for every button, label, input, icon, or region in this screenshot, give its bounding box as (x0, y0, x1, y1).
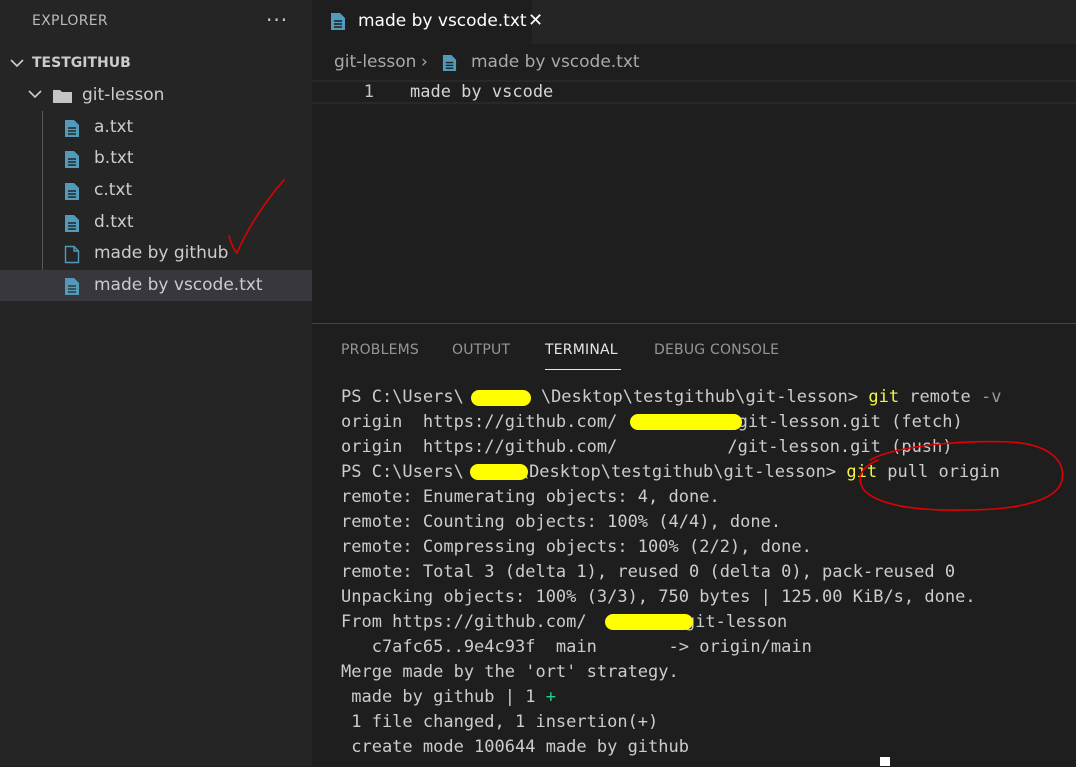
tab-debug-console[interactable]: DEBUG CONSOLE (654, 342, 779, 358)
file-label: made by github (94, 243, 229, 263)
tab-label: made by vscode.txt (358, 11, 527, 31)
redaction-mark (605, 614, 693, 630)
root-folder-row[interactable]: TESTGITHUB (0, 49, 312, 80)
chevron-down-icon (26, 80, 44, 111)
file-row-a[interactable]: a.txt (0, 112, 312, 143)
file-row-b[interactable]: b.txt (0, 143, 312, 174)
file-row-made-by-github[interactable]: made by github (0, 238, 312, 269)
terminal-line: 1 file changed, 1 insertion(+) (341, 712, 659, 732)
tab-terminal[interactable]: TERMINAL (545, 342, 618, 358)
active-tab-indicator (545, 369, 621, 370)
chevron-down-icon (8, 49, 26, 80)
file-text-icon (442, 54, 457, 77)
line-number: 1 (363, 82, 374, 102)
explorer-sidebar: EXPLORER ··· TESTGITHUB git-lesson a.txt… (0, 0, 312, 766)
terminal-line: remote: Compressing objects: 100% (2/2),… (341, 537, 812, 557)
file-text-icon (330, 12, 346, 35)
terminal-line: remote: Counting objects: 100% (4/4), do… (341, 512, 782, 532)
folder-row-git-lesson[interactable]: git-lesson (0, 80, 312, 111)
file-row-c[interactable]: c.txt (0, 175, 312, 206)
file-label: made by vscode.txt (94, 275, 263, 295)
terminal-line: PS C:\Users\ \Desktop\testgithub\git-less… (341, 387, 1002, 407)
file-row-made-by-vscode[interactable]: made by vscode.txt (0, 270, 312, 301)
file-text-icon (64, 182, 80, 205)
redaction-mark (471, 390, 531, 406)
file-label: c.txt (94, 180, 133, 200)
editor-line[interactable]: made by vscode (410, 82, 553, 102)
terminal-line: c7afc65..9e4c93f main -> origin/main (341, 637, 812, 657)
file-label: d.txt (94, 212, 134, 232)
terminal-line: remote: Enumerating objects: 4, done. (341, 487, 720, 507)
explorer-title: EXPLORER (32, 13, 108, 29)
folder-open-icon (52, 88, 74, 108)
terminal-line: create mode 100644 made by github (341, 737, 689, 757)
terminal-line: Merge made by the 'ort' strategy. (341, 662, 679, 682)
terminal-line: Unpacking objects: 100% (3/3), 750 bytes… (341, 587, 976, 607)
folder-label: git-lesson (82, 85, 165, 105)
terminal-line: origin https://github.com//git-lesson.gi… (341, 437, 953, 457)
terminal-line: remote: Total 3 (delta 1), reused 0 (del… (341, 562, 956, 582)
root-folder-label: TESTGITHUB (32, 55, 131, 71)
file-label: a.txt (94, 117, 134, 137)
file-label: b.txt (94, 148, 134, 168)
chevron-right-icon: › (421, 52, 428, 72)
close-icon[interactable]: ✕ (528, 10, 543, 31)
more-actions-icon[interactable]: ··· (266, 8, 288, 32)
file-icon (64, 245, 80, 268)
editor-tab-bar: made by vscode.txt ✕ (312, 0, 1076, 44)
file-text-icon (64, 119, 80, 142)
file-text-icon (64, 277, 80, 300)
breadcrumb-file[interactable]: made by vscode.txt (471, 52, 640, 72)
redaction-mark (470, 464, 528, 480)
file-row-d[interactable]: d.txt (0, 207, 312, 238)
breadcrumb-folder[interactable]: git-lesson (334, 52, 416, 72)
terminal-cursor (880, 757, 890, 766)
terminal-line: PS C:\Users\ \Desktop\testgithub\git-less… (341, 462, 1000, 482)
tab-output[interactable]: OUTPUT (452, 342, 510, 358)
terminal-line: made by github | 1 + (341, 687, 556, 707)
tab-made-by-vscode[interactable]: made by vscode.txt ✕ (312, 0, 543, 44)
file-text-icon (64, 214, 80, 237)
tab-problems[interactable]: PROBLEMS (341, 342, 419, 358)
redaction-mark (630, 414, 742, 430)
file-text-icon (64, 150, 80, 173)
terminal-line: From https://github.com//git-lesson (341, 612, 788, 632)
